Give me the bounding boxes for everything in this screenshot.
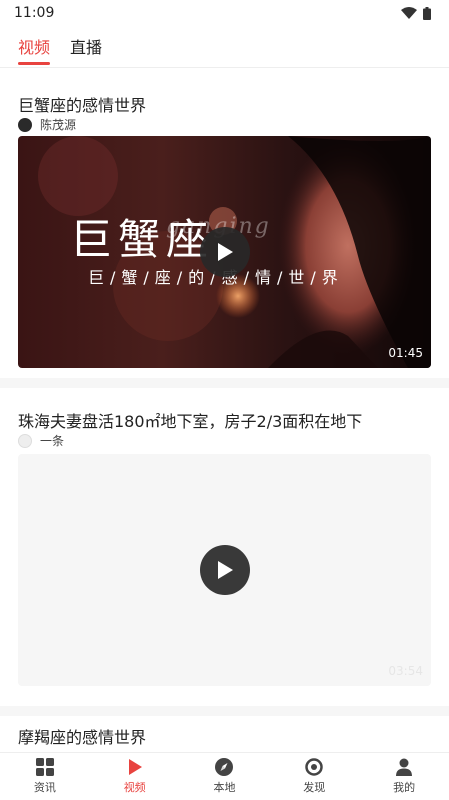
nav-local[interactable]: 本地 [180, 753, 270, 800]
video-duration: 03:54 [388, 664, 423, 678]
author-avatar [18, 117, 32, 132]
status-icons [401, 6, 431, 20]
play-icon [218, 561, 233, 579]
video-author[interactable]: 陈茂源 [18, 116, 76, 133]
tab-live[interactable]: 直播 [70, 34, 102, 65]
video-feed[interactable]: 巨蟹座的感情世界 陈茂源 巨蟹座 ganging 巨/蟹/座/的/感/情/世/界… [0, 68, 449, 752]
nav-news-label: 资讯 [33, 781, 56, 794]
tab-video-label: 视频 [18, 38, 51, 57]
video-duration: 01:45 [388, 346, 423, 360]
nav-profile[interactable]: 我的 [359, 753, 449, 800]
card-separator [0, 378, 449, 388]
video-card[interactable]: 巨蟹座的感情世界 陈茂源 巨蟹座 ganging 巨/蟹/座/的/感/情/世/界… [0, 68, 449, 378]
video-title[interactable]: 珠海夫妻盘活180㎡地下室，房子2/3面积在地下 [18, 408, 362, 432]
video-author[interactable]: 一条 [18, 432, 64, 449]
tab-video[interactable]: 视频 [18, 34, 51, 65]
author-name: 陈茂源 [40, 118, 77, 132]
nav-local-label: 本地 [213, 781, 236, 794]
video-card[interactable]: 摩羯座的感情世界 [0, 716, 449, 752]
nav-discover[interactable]: 发现 [269, 753, 359, 800]
nav-news[interactable]: 资讯 [0, 753, 90, 800]
status-bar: 11:09 [0, 0, 449, 26]
status-time: 11:09 [14, 5, 55, 21]
card-separator [0, 706, 449, 716]
video-title[interactable]: 巨蟹座的感情世界 [18, 92, 146, 116]
bottom-nav: 资讯 视频 本地 发现 我的 [0, 752, 449, 800]
nav-video-label: 视频 [123, 781, 146, 794]
play-button[interactable] [200, 227, 250, 277]
video-card[interactable]: 珠海夫妻盘活180㎡地下室，房子2/3面积在地下 一条 03:54 [0, 388, 449, 706]
play-button[interactable] [200, 545, 250, 595]
tab-active-indicator [18, 62, 51, 65]
top-tab-bar: 视频 直播 [0, 26, 449, 68]
location-icon [215, 758, 234, 776]
nav-discover-label: 发现 [303, 781, 326, 794]
author-avatar [18, 433, 32, 448]
battery-icon [423, 6, 431, 20]
grid-icon [35, 758, 54, 776]
user-icon [396, 758, 413, 776]
video-thumbnail[interactable]: 03:54 [18, 454, 431, 686]
play-icon [218, 243, 233, 261]
video-title[interactable]: 摩羯座的感情世界 [18, 724, 146, 748]
play-icon [128, 759, 142, 775]
tab-live-label: 直播 [70, 38, 103, 57]
nav-profile-label: 我的 [393, 781, 416, 794]
wifi-icon [401, 7, 417, 19]
author-name: 一条 [40, 434, 65, 448]
discover-icon [305, 758, 324, 776]
nav-video[interactable]: 视频 [90, 753, 180, 800]
video-thumbnail[interactable]: 巨蟹座 ganging 巨/蟹/座/的/感/情/世/界 01:45 [18, 136, 431, 368]
